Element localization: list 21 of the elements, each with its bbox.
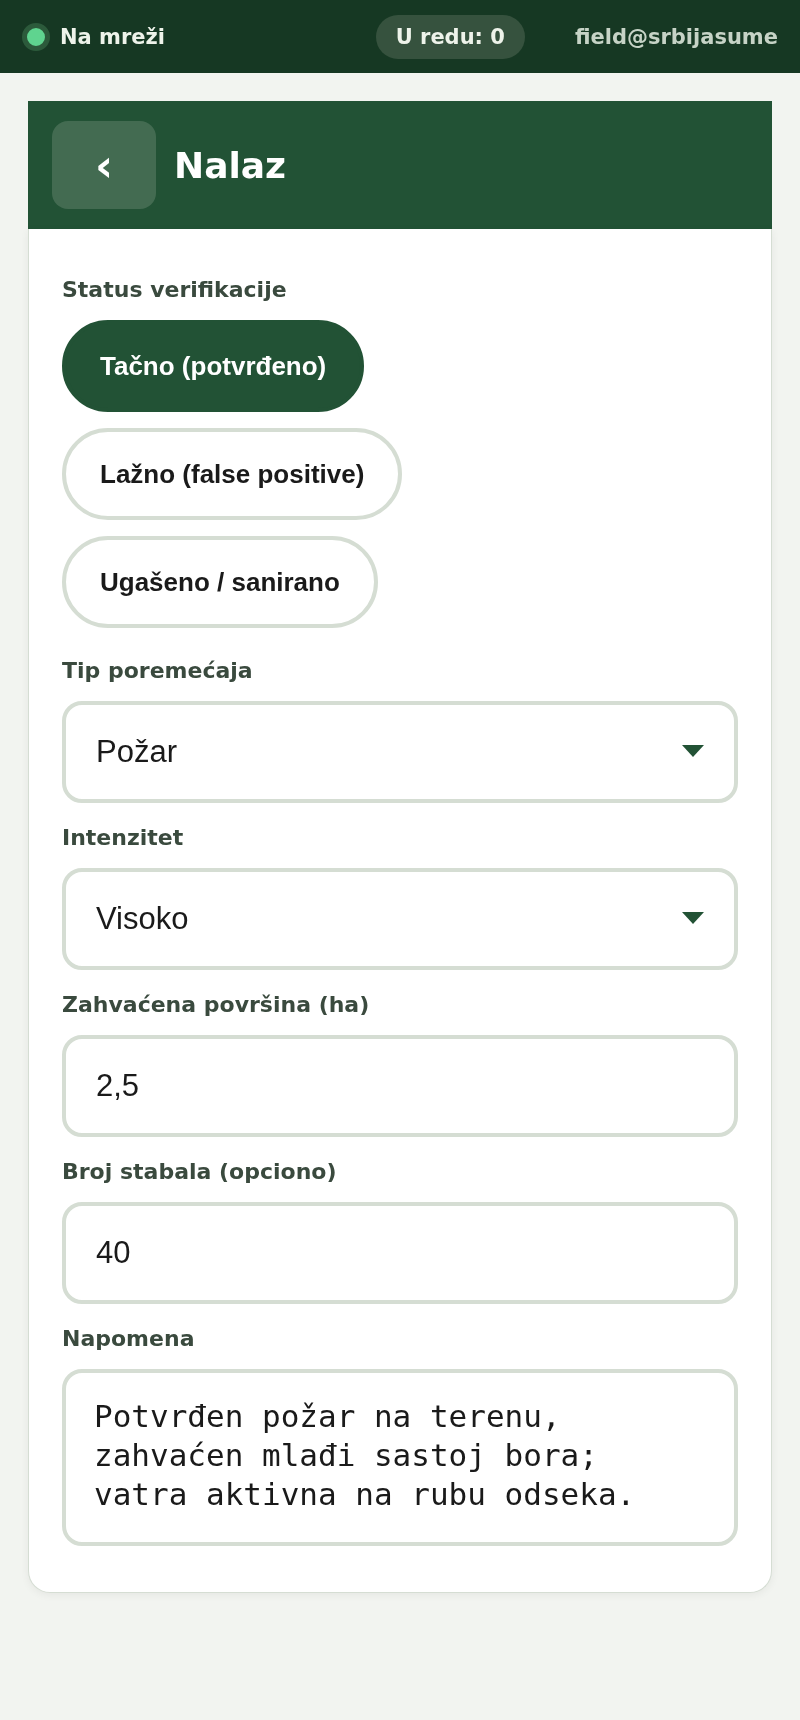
input-field[interactable]: 2,5	[62, 1035, 738, 1137]
status-option[interactable]: Ugašeno / sanirano	[62, 536, 378, 628]
textarea-field[interactable]: Potvrđen požar na terenu, zahvaćen mlađi sastoj bora; vatra aktivna na rubu odseka.	[62, 1369, 738, 1546]
back-button[interactable]: ‹	[52, 121, 156, 209]
status-option[interactable]: Lažno (false positive)	[62, 428, 403, 520]
user-name: field@srbijasume	[574, 24, 778, 49]
caret-icon	[682, 745, 704, 759]
field-label: Broj stabala (opciono)	[62, 1159, 338, 1184]
field-label: Tip poremećaja	[62, 658, 254, 683]
field-label: Intenzitet	[62, 825, 185, 850]
caret-icon	[682, 912, 704, 926]
status-option[interactable]: Tačno (potvrđeno)	[62, 320, 365, 412]
select-field[interactable]: Požar	[62, 701, 738, 803]
input-field[interactable]: 40	[62, 1202, 738, 1304]
page-title: Nalaz	[174, 144, 286, 186]
field-label: Zahvaćena površina (ha)	[62, 992, 371, 1017]
field-label: Status verifikacije	[62, 277, 288, 302]
select-field[interactable]: Visoko	[62, 868, 738, 970]
connection-status: Na mreži	[60, 24, 165, 49]
queue-badge: U redu: 0	[375, 14, 525, 59]
field-label: Napomena	[62, 1326, 196, 1351]
